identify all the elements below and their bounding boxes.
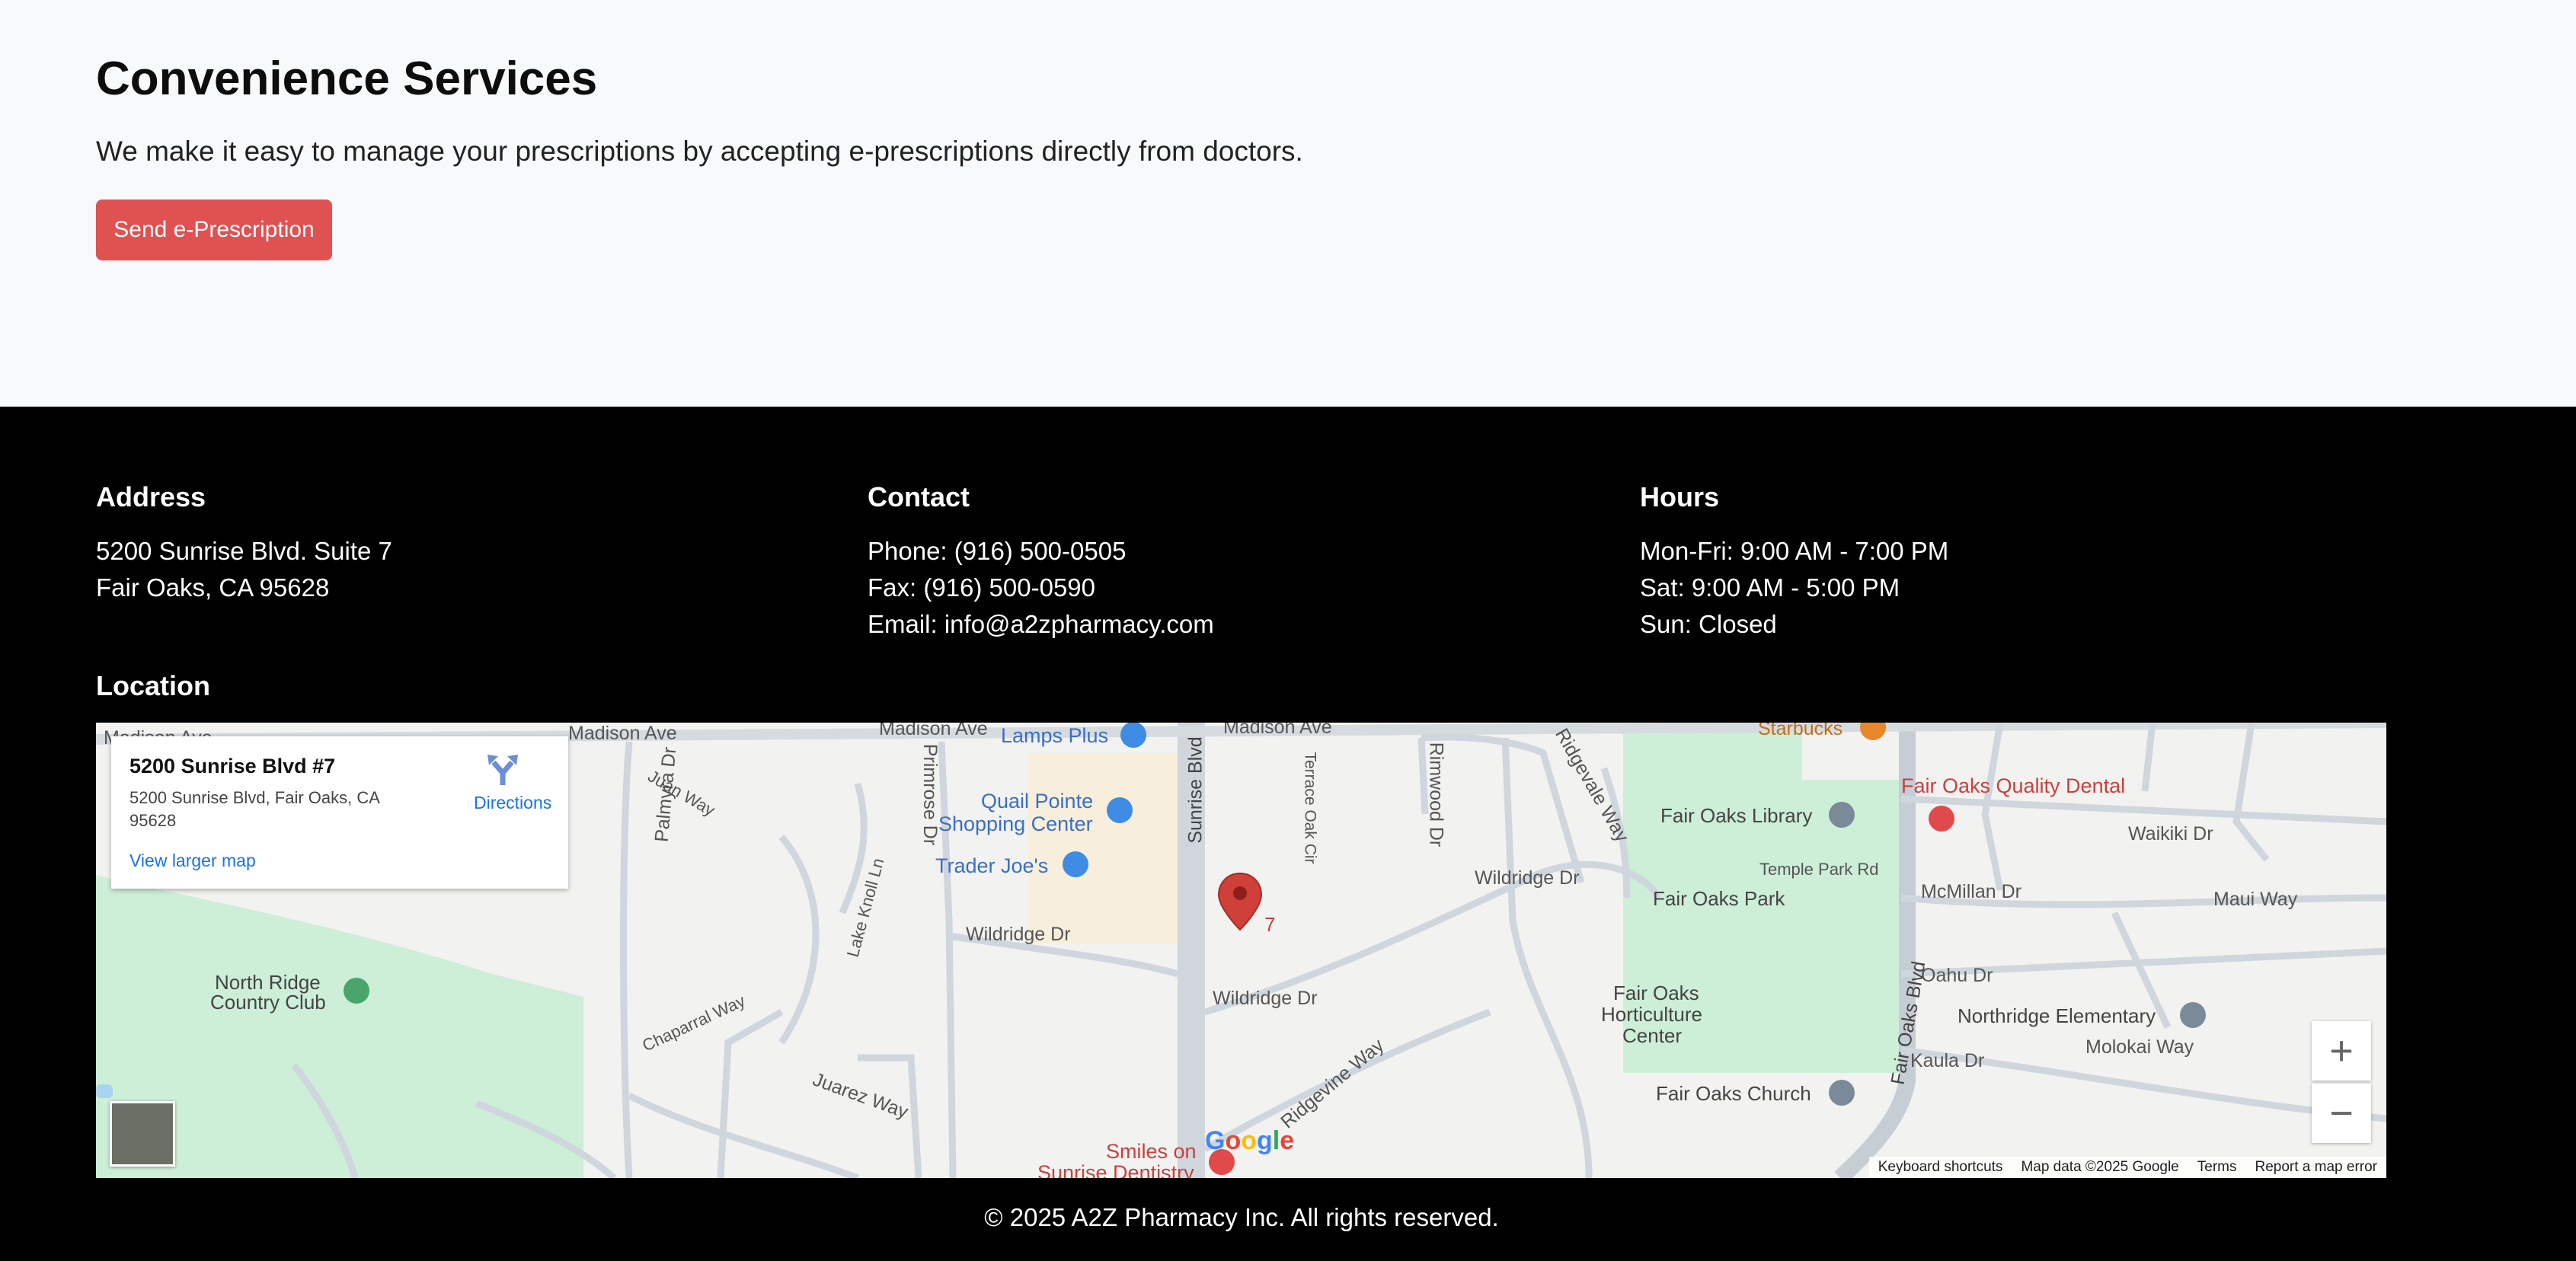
map-label: McMillan Dr xyxy=(1921,881,2021,902)
address-heading: Address xyxy=(96,481,206,512)
map-attribution-bar: Keyboard shortcuts Map data ©2025 Google… xyxy=(1868,1157,2386,1178)
map-label: Sunrise Blvd xyxy=(1184,736,1207,844)
school-icon xyxy=(2180,1002,2206,1028)
map-label: Madison Ave xyxy=(1223,723,1332,738)
map-label: Wildridge Dr xyxy=(1475,867,1580,889)
map-label: Fair Oaks Library xyxy=(1660,804,1813,827)
section-title: Convenience Services xyxy=(96,53,598,105)
view-larger-map-link[interactable]: View larger map xyxy=(129,851,256,871)
map-label: Oahu Dr xyxy=(1921,965,1993,986)
contact-heading: Contact xyxy=(868,481,970,512)
map-label: Center xyxy=(1622,1024,1683,1047)
map-label: Fair Oaks Church xyxy=(1656,1082,1811,1105)
map-label: Waikiki Dr xyxy=(2128,823,2213,844)
map-label: Sunrise Dentistry xyxy=(1037,1161,1194,1178)
email-text: Email: info@a2zpharmacy.com xyxy=(868,610,1214,638)
map-label: Fair Oaks Park xyxy=(1653,887,1785,910)
map-label: Starbucks xyxy=(1758,723,1843,739)
map-label: Kaula Dr xyxy=(1910,1050,1985,1071)
map-label: Madison Ave xyxy=(568,723,677,744)
map-label: Terrace Oak Cir xyxy=(1301,752,1319,864)
map-label: Fair Oaks xyxy=(1613,982,1699,1004)
location-heading: Location xyxy=(96,670,210,701)
keyboard-shortcuts-link[interactable]: Keyboard shortcuts xyxy=(1878,1159,2003,1176)
map-label: Smiles on xyxy=(1106,1140,1197,1163)
map-label: Temple Park Rd xyxy=(1759,860,1879,879)
map-label: Wildridge Dr xyxy=(1213,988,1318,1009)
map-label: Country Club xyxy=(210,991,326,1014)
map-label: Maui Way xyxy=(2213,889,2298,910)
satellite-toggle-button[interactable] xyxy=(110,1101,175,1167)
address-line-2: Fair Oaks, CA 95628 xyxy=(96,573,330,602)
map-label: Trader Joe's xyxy=(935,854,1049,877)
fax-text: Fax: (916) 500-0590 xyxy=(868,573,1096,602)
marker-label: 7 xyxy=(1264,913,1276,936)
address-column: Address 5200 Sunrise Blvd. Suite 7 Fair … xyxy=(96,481,392,606)
address-line-1: 5200 Sunrise Blvd. Suite 7 xyxy=(96,537,392,565)
site-footer: Address 5200 Sunrise Blvd. Suite 7 Fair … xyxy=(0,407,2576,1261)
hours-weekday: Mon-Fri: 9:00 AM - 7:00 PM xyxy=(1640,537,1949,565)
directions-icon[interactable] xyxy=(484,752,521,788)
zoom-in-button[interactable]: + xyxy=(2312,1021,2371,1081)
quail-pointe-icon xyxy=(1107,797,1133,823)
church-icon xyxy=(1829,1080,1855,1106)
map-label: Wildridge Dr xyxy=(966,924,1071,945)
map-label: Madison Ave xyxy=(879,723,988,739)
golf-icon xyxy=(344,978,369,1004)
place-address: 5200 Sunrise Blvd, Fair Oaks, CA 95628 xyxy=(129,788,379,830)
library-icon xyxy=(1829,802,1855,828)
shopping-center-area xyxy=(1028,753,1181,943)
map-label: Lamps Plus xyxy=(1001,724,1109,747)
dental-icon xyxy=(1929,806,1954,832)
copyright-text: © 2025 A2Z Pharmacy Inc. All rights rese… xyxy=(984,1203,1499,1231)
directions-link[interactable]: Directions xyxy=(474,793,551,813)
location-marker xyxy=(1217,872,1263,931)
map-label: Quail Pointe xyxy=(981,790,1094,812)
report-map-error-link[interactable]: Report a map error xyxy=(2255,1159,2377,1176)
terms-link[interactable]: Terms xyxy=(2197,1159,2237,1176)
map-label: Molokai Way xyxy=(2085,1036,2194,1058)
map-info-card: 5200 Sunrise Blvd #7 5200 Sunrise Blvd, … xyxy=(111,736,568,889)
hours-column: Hours Mon-Fri: 9:00 AM - 7:00 PM Sat: 9:… xyxy=(1640,481,1948,643)
lamps-plus-icon xyxy=(1120,723,1146,748)
section-description: We make it easy to manage your prescript… xyxy=(96,136,1303,167)
map-label: Fair Oaks Quality Dental xyxy=(1901,774,2126,797)
map-label: Rimwood Dr xyxy=(1425,742,1447,848)
send-e-prescription-button[interactable]: Send e-Prescription xyxy=(96,200,332,260)
google-logo: Google xyxy=(1205,1126,1295,1155)
map-label: Northridge Elementary xyxy=(1958,1004,2156,1027)
map-label: Horticulture xyxy=(1601,1003,1702,1026)
zoom-out-button[interactable]: − xyxy=(2312,1084,2371,1143)
phone-text: Phone: (916) 500-0505 xyxy=(868,537,1127,565)
place-name: 5200 Sunrise Blvd #7 xyxy=(129,755,336,777)
starbucks-icon xyxy=(1860,723,1886,740)
map-label: Shopping Center xyxy=(938,812,1093,835)
hours-sunday: Sun: Closed xyxy=(1640,610,1777,638)
map-data-text: Map data ©2025 Google xyxy=(2021,1159,2179,1175)
map-label: Primrose Dr xyxy=(919,743,941,846)
hours-heading: Hours xyxy=(1640,481,1720,512)
contact-column: Contact Phone: (916) 500-0505 Fax: (916)… xyxy=(868,481,1214,643)
hours-saturday: Sat: 9:00 AM - 5:00 PM xyxy=(1640,573,1900,602)
convenience-services-section: Convenience Services We make it easy to … xyxy=(0,0,2576,407)
trader-joes-icon xyxy=(1063,851,1088,877)
embedded-map[interactable]: Madison Ave Madison Ave Madison Ave Madi… xyxy=(96,723,2386,1178)
